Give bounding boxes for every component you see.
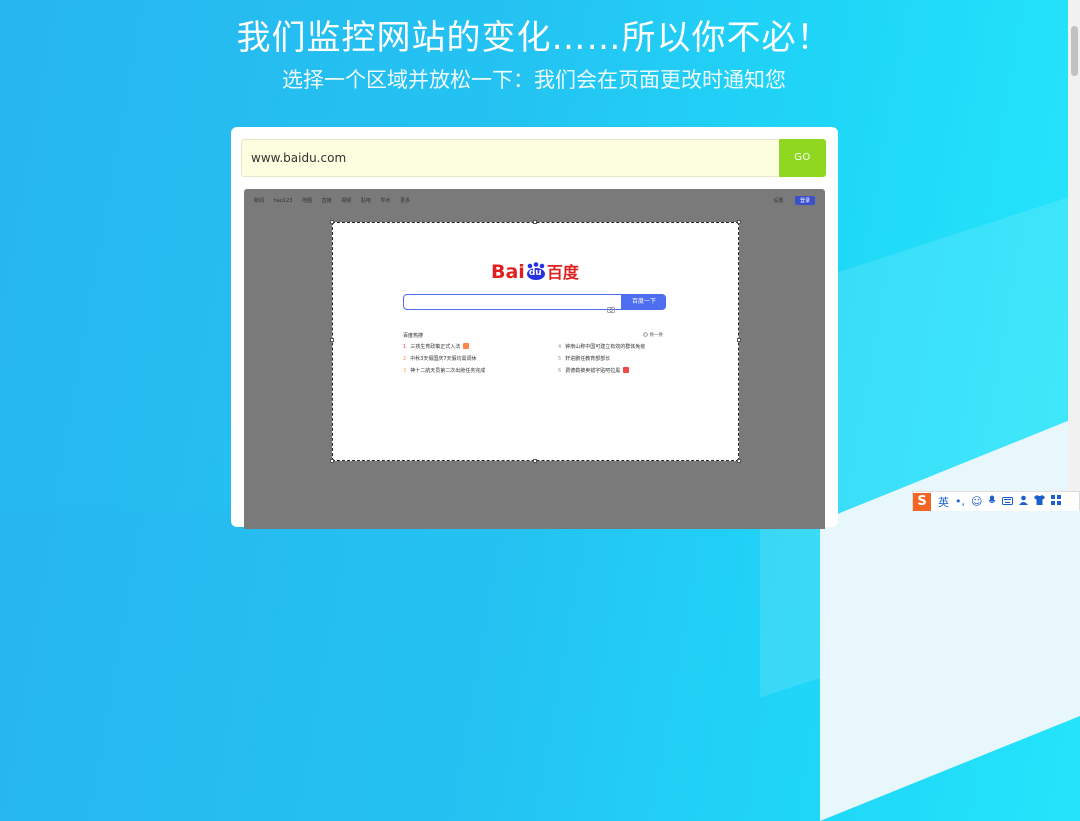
resize-handle-se[interactable] [737,459,741,463]
hot-item: 2 中秋3天假国庆7天假均需调休 [403,356,477,362]
preview-nav-item: 新闻 [254,198,265,204]
resize-handle-w[interactable] [330,338,334,342]
resize-handle-nw[interactable] [330,220,334,224]
preview-nav-item: hao123 [273,198,293,204]
logo-paw-text: du [528,268,542,278]
hot-item: 1 三孩生育政策正式入法 [403,343,470,350]
baidu-logo: Bai du 百度 [491,259,579,285]
emoji-icon[interactable]: ☺ [971,495,982,508]
page-preview[interactable]: 新闻 hao123 地图 直播 视频 贴吧 学术 更多 设置 登录 Bai du… [244,189,825,529]
hot-item: 6 费德勒被卖错字贴吧拉黑 [558,367,630,374]
shirt-icon[interactable] [1034,495,1046,508]
resize-handle-ne[interactable] [737,220,741,224]
ime-mode-toggle[interactable]: 英 [938,494,949,510]
resize-handle-e[interactable] [737,338,741,342]
paw-icon: du [525,262,547,280]
punctuation-icon[interactable]: •, [955,495,965,508]
microphone-icon[interactable] [988,495,996,509]
resize-handle-n[interactable] [533,220,537,224]
preview-nav-item: 贴吧 [360,198,371,204]
logo-text: Bai [491,261,525,283]
keyboard-icon[interactable] [1002,495,1014,508]
camera-icon [607,298,615,317]
refresh-icon [643,332,648,337]
new-tag-icon [623,367,630,373]
scrollbar-thumb[interactable] [1071,26,1078,76]
page-scrollbar[interactable] [1068,0,1080,511]
hot-search-title: 百度热搜 [403,333,424,339]
page-subheadline: 选择一个区域并放松一下：我们会在页面更改时通知您 [282,68,786,92]
grid-icon[interactable] [1051,495,1062,508]
preview-nav-item: 更多 [400,198,411,204]
user-icon[interactable] [1019,495,1029,508]
sogou-logo-icon[interactable]: S [913,492,931,511]
selection-area[interactable]: Bai du 百度 百度一下 百度热搜 换一换 1 三孩生育政策正式入法 2 中… [330,220,741,463]
refresh-link: 换一换 [643,332,663,338]
preview-settings-link: 设置 [773,198,784,204]
page-headline: 我们监控网站的变化……所以你不必！ [236,18,832,58]
preview-nav-item: 地图 [302,198,313,204]
resize-handle-s[interactable] [533,459,537,463]
resize-handle-sw[interactable] [330,459,334,463]
ime-toolbar[interactable]: S 英 •, ☺ [912,491,1080,511]
preview-login-button: 登录 [794,196,815,205]
go-button[interactable]: GO [779,139,826,177]
preview-nav-item: 直播 [321,198,332,204]
hot-item: 3 神十二航天员第二次出舱任务完成 [403,368,486,374]
logo-chinese: 百度 [546,263,579,282]
preview-nav-item: 视频 [341,198,352,204]
monitor-card: www.baidu.com GO 新闻 hao123 地图 直播 视频 贴吧 学… [231,127,838,529]
preview-search-button: 百度一下 [622,294,666,310]
preview-topnav-right: 设置 登录 [773,196,815,205]
preview-nav-item: 学术 [380,198,391,204]
preview-topnav: 新闻 hao123 地图 直播 视频 贴吧 学术 更多 [254,197,418,204]
hot-item: 4 钟南山称中国可建立有效的群体免疫 [558,344,646,350]
hot-tag-icon [463,343,470,349]
hot-item: 5 轩进鹏任教育部部长 [558,356,611,362]
preview-search-input [403,294,622,313]
url-input[interactable]: www.baidu.com [241,139,778,177]
